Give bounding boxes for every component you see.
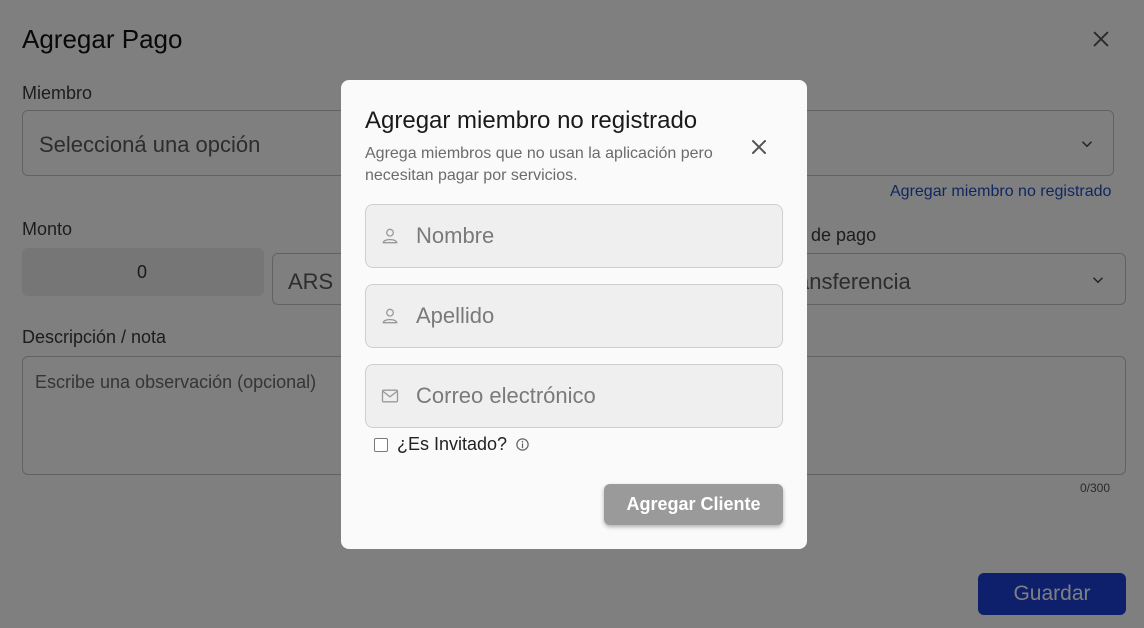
mail-icon	[381, 389, 399, 403]
add-unregistered-member-dialog: Agregar miembro no registrado Agrega mie…	[341, 80, 807, 549]
add-client-button[interactable]: Agregar Cliente	[604, 484, 783, 525]
email-input[interactable]	[416, 365, 766, 427]
guest-checkbox-row[interactable]: ¿Es Invitado?	[374, 434, 530, 455]
close-icon[interactable]	[747, 135, 771, 159]
guest-checkbox[interactable]	[374, 437, 388, 452]
user-icon	[382, 308, 398, 324]
guest-checkbox-label[interactable]: ¿Es Invitado?	[397, 434, 507, 455]
last-name-field[interactable]	[365, 284, 783, 348]
info-icon[interactable]	[515, 437, 530, 452]
dialog-title: Agregar miembro no registrado	[365, 107, 698, 134]
first-name-field[interactable]	[365, 204, 783, 268]
first-name-input[interactable]	[416, 205, 766, 267]
dialog-subtitle: Agrega miembros que no usan la aplicació…	[365, 145, 713, 184]
email-field[interactable]	[365, 364, 783, 428]
last-name-input[interactable]	[416, 285, 766, 347]
user-icon	[382, 228, 398, 244]
